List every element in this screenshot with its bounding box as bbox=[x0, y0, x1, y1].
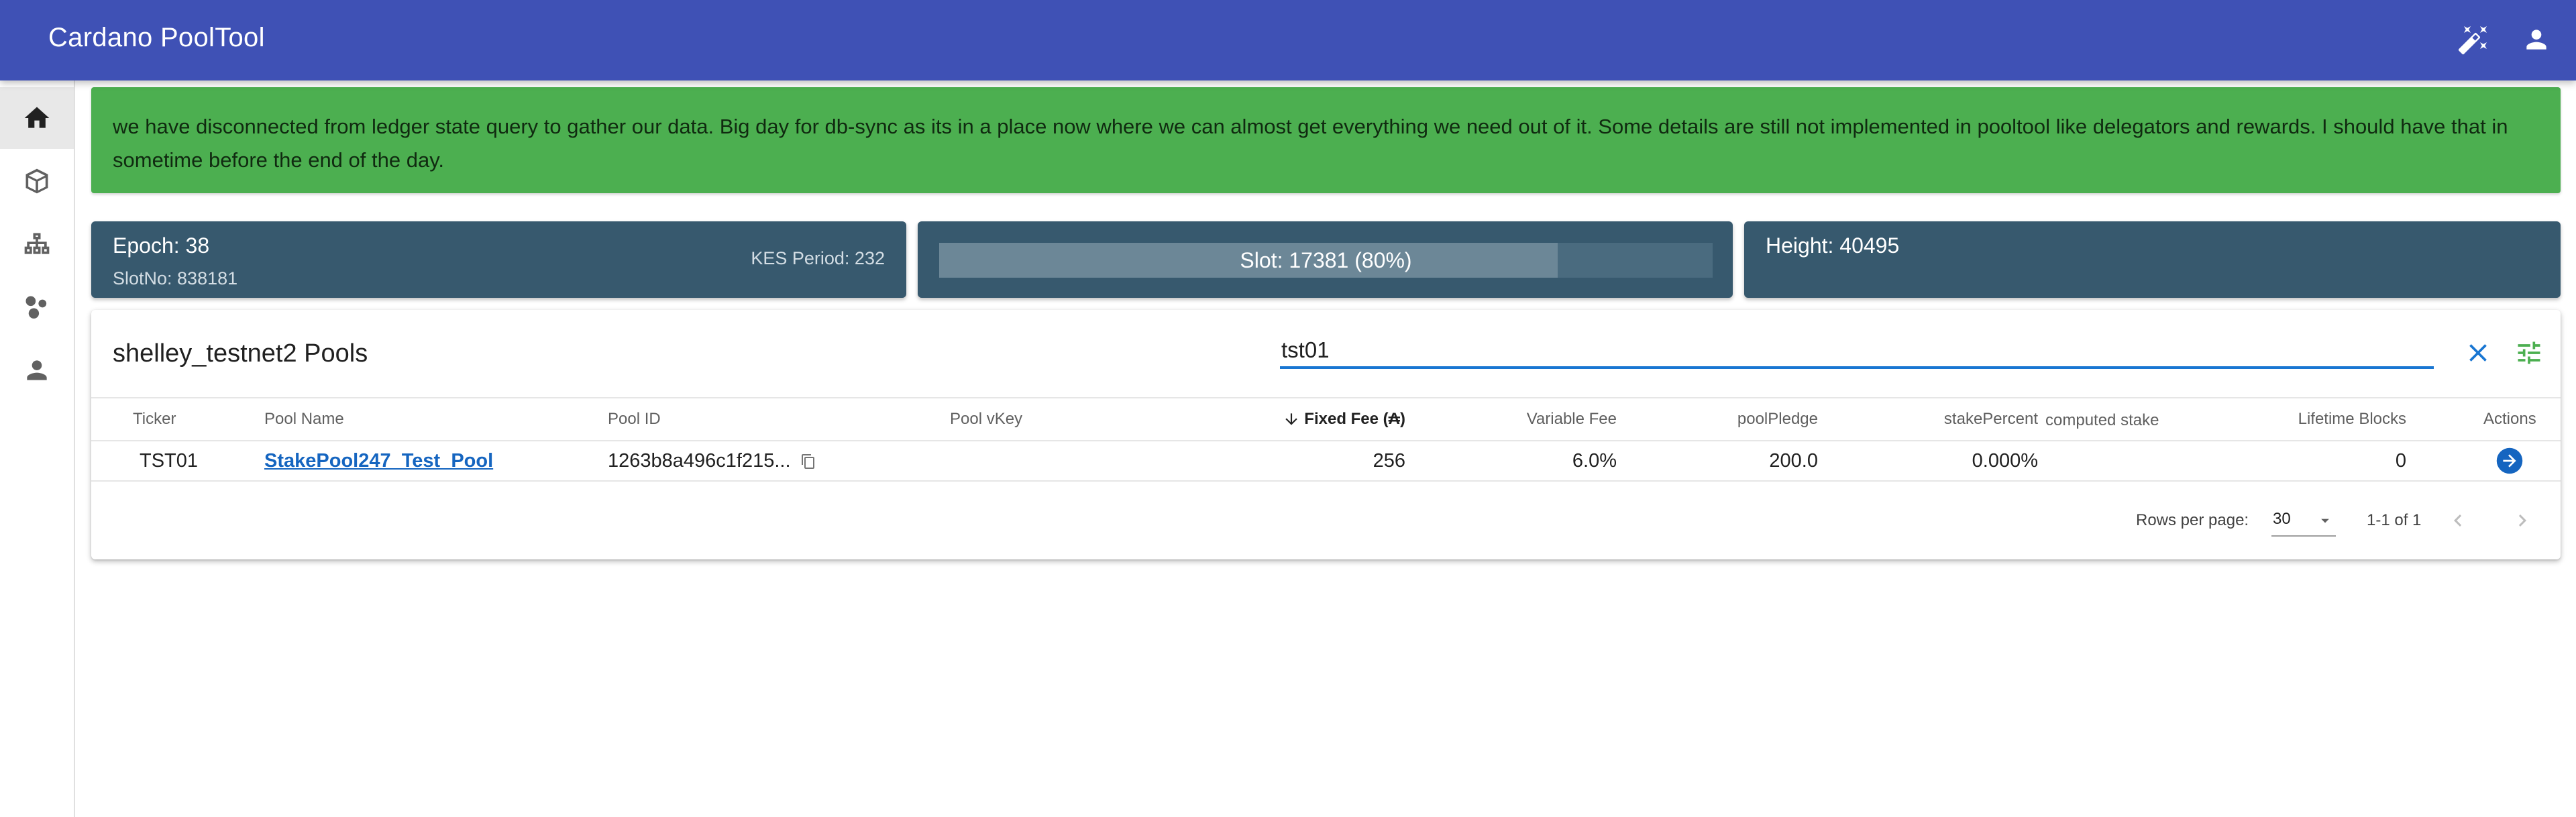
person-icon bbox=[27, 360, 47, 380]
search-input[interactable] bbox=[1280, 334, 2434, 369]
col-lifetime-blocks[interactable]: Lifetime Blocks bbox=[2298, 398, 2406, 440]
col-pool-vkey[interactable]: Pool vKey bbox=[950, 398, 1022, 440]
slot-card: Slot: 17381 (80%) bbox=[918, 221, 1733, 298]
nav-account[interactable] bbox=[0, 339, 74, 401]
app-bar: Cardano PoolTool bbox=[0, 0, 2576, 80]
table-header: Ticker Pool Name Pool ID Pool vKey Fixed… bbox=[91, 397, 2561, 441]
height-label: Height: 40495 bbox=[1766, 233, 1900, 258]
col-ticker[interactable]: Ticker bbox=[133, 398, 176, 440]
tune-icon bbox=[2518, 341, 2540, 364]
epoch-card: Epoch: 38 SlotNo: 838181 KES Period: 232 bbox=[91, 221, 906, 298]
cell-fixed-fee: 256 bbox=[1373, 450, 1405, 472]
col-fixed-fee-label: Fixed Fee (₳) bbox=[1304, 410, 1405, 428]
pagination-range: 1-1 of 1 bbox=[2367, 511, 2422, 529]
cube-icon bbox=[25, 168, 48, 194]
slot-progress-bar: Slot: 17381 (80%) bbox=[939, 243, 1713, 278]
cell-ticker: TST01 bbox=[140, 450, 199, 472]
col-pool-name[interactable]: Pool Name bbox=[264, 398, 344, 440]
clear-search-button[interactable] bbox=[2459, 334, 2497, 372]
kes-period: KES Period: 232 bbox=[751, 248, 885, 268]
prev-page-button[interactable] bbox=[2439, 502, 2477, 539]
slot-progress-label: Slot: 17381 (80%) bbox=[1240, 248, 1412, 272]
col-pledge[interactable]: poolPledge bbox=[1737, 398, 1818, 440]
nav-network[interactable] bbox=[0, 213, 74, 275]
col-actions: Actions bbox=[2483, 410, 2536, 428]
cell-variable-fee: 6.0% bbox=[1572, 450, 1617, 472]
home-icon bbox=[24, 107, 50, 128]
app-title: Cardano PoolTool bbox=[48, 23, 265, 52]
circles-icon bbox=[25, 296, 47, 319]
epoch-label: Epoch: 38 bbox=[113, 233, 210, 258]
theme-toggle-svg bbox=[2458, 26, 2487, 55]
nav-blocks[interactable] bbox=[0, 150, 74, 212]
pool-id-text: 1263b8a496c1f215... bbox=[608, 450, 791, 472]
col-fixed-fee[interactable]: Fixed Fee (₳) bbox=[1283, 398, 1405, 440]
view-pool-button[interactable] bbox=[2496, 447, 2524, 475]
announcement-banner: we have disconnected from ledger state q… bbox=[91, 87, 2561, 193]
height-card: Height: 40495 bbox=[1744, 221, 2561, 298]
rows-per-page-value: 30 bbox=[2273, 510, 2291, 528]
col-pool-id[interactable]: Pool ID bbox=[608, 398, 661, 440]
rows-per-page-select[interactable]: 30 bbox=[2271, 507, 2336, 537]
theme-toggle-icon[interactable] bbox=[2454, 20, 2493, 59]
pools-card: shelley_testnet2 Pools Ticker Pool Name … bbox=[91, 310, 2561, 559]
arrow-right-circle-icon bbox=[2496, 447, 2523, 474]
col-variable-fee[interactable]: Variable Fee bbox=[1527, 398, 1617, 440]
table-footer: Rows per page: 30 1-1 of 1 bbox=[91, 482, 2561, 559]
cell-pledge: 200.0 bbox=[1769, 450, 1818, 472]
close-icon bbox=[2469, 344, 2487, 362]
col-computed-stake[interactable]: computed stake bbox=[2045, 398, 2159, 440]
account-icon[interactable] bbox=[2517, 20, 2556, 59]
sort-arrow-down-icon bbox=[1285, 413, 1297, 425]
nav-home[interactable] bbox=[0, 87, 74, 149]
side-nav bbox=[0, 80, 75, 817]
chevron-right-icon bbox=[2518, 514, 2526, 527]
copy-icon[interactable] bbox=[800, 453, 816, 470]
cell-stake-percent: 0.000% bbox=[1972, 450, 2038, 472]
table-row[interactable]: TST01 StakePool247_Test_Pool 1263b8a496c… bbox=[91, 441, 2561, 482]
rows-per-page-label: Rows per page: bbox=[2136, 511, 2249, 529]
network-icon bbox=[24, 233, 50, 254]
slot-number: SlotNo: 838181 bbox=[113, 268, 238, 288]
chevron-left-icon bbox=[2454, 514, 2462, 527]
account-svg bbox=[2526, 30, 2546, 50]
pool-name-link[interactable]: StakePool247_Test_Pool bbox=[264, 450, 493, 472]
cell-lifetime-blocks: 0 bbox=[2395, 450, 2406, 472]
nav-pools[interactable] bbox=[0, 276, 74, 338]
pools-title: shelley_testnet2 Pools bbox=[113, 339, 368, 368]
next-page-button[interactable] bbox=[2504, 502, 2541, 539]
chevron-down-icon bbox=[2321, 519, 2329, 523]
cell-pool-id: 1263b8a496c1f215... bbox=[608, 441, 816, 480]
col-stake-percent[interactable]: stakePercent bbox=[1944, 398, 2038, 440]
filter-settings-button[interactable] bbox=[2510, 334, 2548, 372]
